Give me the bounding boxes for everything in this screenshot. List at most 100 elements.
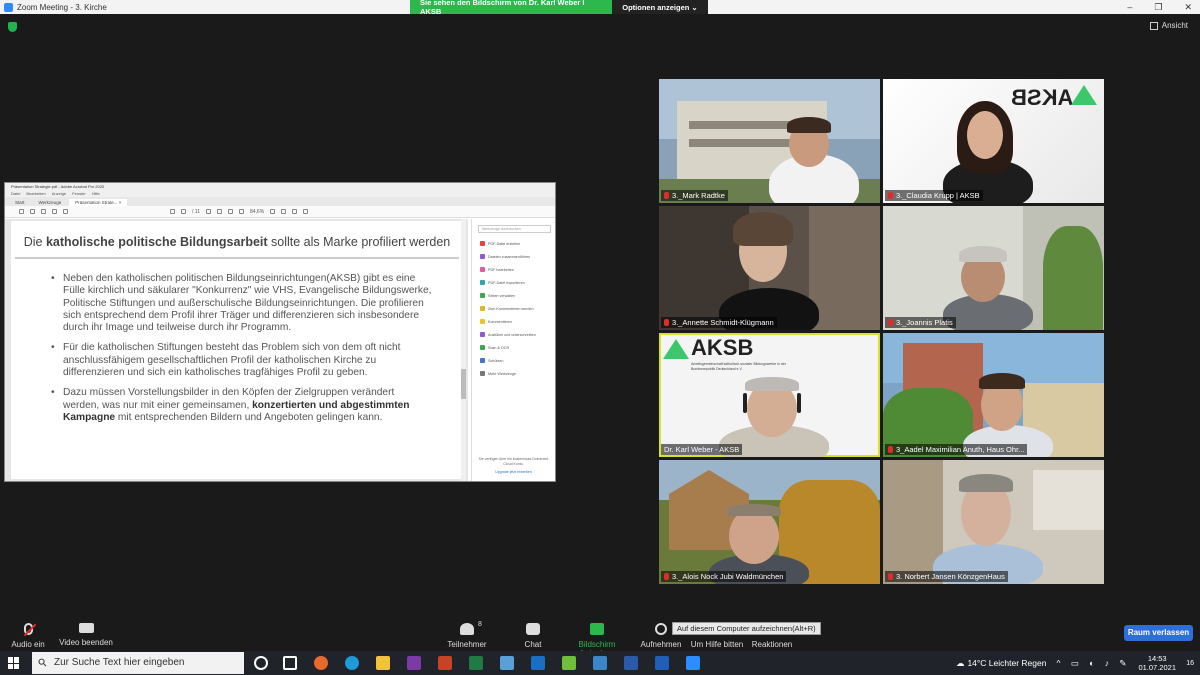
mic-muted-icon bbox=[23, 623, 36, 637]
aksb-logo: AKSB bbox=[691, 335, 754, 360]
mail-icon[interactable] bbox=[52, 209, 57, 214]
tool-item[interactable]: Scan & OCR bbox=[472, 341, 555, 354]
app-icon[interactable] bbox=[562, 656, 576, 670]
tool-item[interactable]: Zum Kommentieren senden bbox=[472, 302, 555, 315]
chat-button[interactable]: Chat bbox=[498, 615, 568, 649]
fit-icon[interactable] bbox=[270, 209, 276, 214]
print-icon[interactable] bbox=[41, 209, 46, 214]
save-icon[interactable] bbox=[19, 209, 24, 214]
tool-item[interactable]: Kommentieren bbox=[472, 315, 555, 328]
tab-tools[interactable]: Werkzeuge bbox=[33, 199, 68, 206]
zoom-taskbar-icon[interactable] bbox=[686, 656, 700, 670]
participant-tile-active-speaker[interactable]: AKSB Arbeitsgemeinschaft katholisch-sozi… bbox=[659, 333, 880, 457]
tools-footer: Sie verfügen über ein kostenloses Dokume… bbox=[478, 457, 549, 475]
close-button[interactable]: ✕ bbox=[1184, 2, 1192, 13]
acrobat-title: Präsentation Strategie.pdf - Adobe Acrob… bbox=[5, 183, 555, 191]
tool-item[interactable]: Mehr Werkzeuge bbox=[472, 367, 555, 380]
sign-icon[interactable] bbox=[303, 209, 309, 214]
menu-item[interactable]: Hilfe bbox=[92, 191, 100, 197]
tool-icon bbox=[480, 254, 485, 259]
comment-icon[interactable] bbox=[281, 209, 287, 214]
tool-item[interactable]: Schützen bbox=[472, 354, 555, 367]
cloud-icon: ☁ bbox=[955, 657, 965, 668]
share-banner-message: Sie sehen den Bildschirm von Dr. Karl We… bbox=[410, 0, 612, 16]
hand-icon[interactable] bbox=[216, 209, 222, 214]
file-explorer-icon[interactable] bbox=[376, 656, 390, 670]
participant-tile[interactable]: 3._Mark Radtke bbox=[659, 79, 880, 203]
participant-name: 3. Norbert Jansen KönzgenHaus bbox=[885, 571, 1008, 582]
cortana-icon[interactable] bbox=[254, 656, 268, 670]
tab-start[interactable]: Start bbox=[9, 199, 31, 206]
participants-icon bbox=[460, 623, 474, 635]
onenote-icon[interactable] bbox=[407, 656, 421, 670]
task-view-icon[interactable] bbox=[283, 656, 297, 670]
participant-name: 3._Alois Nock Jubi Waldmünchen bbox=[661, 571, 787, 582]
zoom-out-icon[interactable] bbox=[227, 209, 233, 214]
menu-item[interactable]: Anzeige bbox=[52, 191, 66, 197]
participant-name: 3._Mark Radtke bbox=[661, 190, 728, 201]
record-icon bbox=[655, 623, 667, 635]
windows-start-icon[interactable] bbox=[8, 657, 20, 669]
window-controls: – ❐ ✕ bbox=[1127, 0, 1192, 14]
tools-search-input[interactable]: Werkzeuge durchsuchen bbox=[478, 225, 551, 233]
tool-item[interactable]: Ausfüllen und unterschreiben bbox=[472, 328, 555, 341]
tool-icon bbox=[480, 319, 485, 324]
view-options-button[interactable]: Optionen anzeigen ⌄ bbox=[612, 0, 708, 14]
excel-icon[interactable] bbox=[469, 656, 483, 670]
view-button[interactable]: Ansicht bbox=[1149, 21, 1188, 30]
participant-tile[interactable]: 3._Alois Nock Jubi Waldmünchen bbox=[659, 460, 880, 584]
menu-item[interactable]: Bearbeiten bbox=[26, 191, 45, 197]
taskbar-search-input[interactable]: Zur Suche Text hier eingeben bbox=[32, 652, 244, 674]
slide-bullets: Neben den katholischen politischen Bildu… bbox=[51, 273, 433, 424]
tool-label: PDF-Datei exportieren bbox=[488, 280, 525, 285]
view-button-label: Ansicht bbox=[1161, 21, 1188, 30]
participant-tile[interactable]: 3._Joannis Platis bbox=[883, 206, 1104, 330]
select-icon[interactable] bbox=[205, 209, 211, 214]
encryption-shield-icon[interactable] bbox=[8, 22, 17, 32]
scrollbar-thumb[interactable] bbox=[461, 369, 466, 399]
tool-item[interactable]: Dateien zusammenführen bbox=[472, 250, 555, 263]
share-banner: Sie sehen den Bildschirm von Dr. Karl We… bbox=[410, 0, 708, 16]
weather-text[interactable]: 14°C Leichter Regen bbox=[967, 658, 1046, 668]
minimize-button[interactable]: – bbox=[1127, 2, 1132, 12]
leave-meeting-button[interactable]: Raum verlassen bbox=[1124, 625, 1193, 641]
upgrade-link[interactable]: Upgrade jetzt erwerben bbox=[478, 470, 549, 475]
maximize-button[interactable]: ❐ bbox=[1154, 2, 1162, 13]
clock[interactable]: 14:53 01.07.2021 bbox=[1138, 654, 1176, 672]
video-button[interactable]: Video beenden bbox=[51, 615, 121, 647]
tab-document[interactable]: Präsentation Strate... × bbox=[69, 199, 128, 206]
calculator-icon[interactable] bbox=[593, 656, 607, 670]
zoom-level[interactable]: 84,6% bbox=[250, 209, 264, 215]
outlook-icon[interactable] bbox=[531, 656, 545, 670]
slide-title: Die katholische politische Bildungsarbei… bbox=[23, 235, 451, 249]
participants-button[interactable]: 8 Teilnehmer bbox=[432, 615, 502, 649]
powerpoint-icon[interactable] bbox=[438, 656, 452, 670]
firefox-icon[interactable] bbox=[314, 656, 328, 670]
menu-item[interactable]: Datei bbox=[11, 191, 20, 197]
pen-icon[interactable] bbox=[292, 209, 298, 214]
page-up-icon[interactable] bbox=[170, 209, 175, 214]
app-icon[interactable] bbox=[500, 656, 514, 670]
tool-item[interactable]: Seiten verwalten bbox=[472, 289, 555, 302]
find-icon[interactable] bbox=[63, 209, 68, 214]
notification-count[interactable]: 16 bbox=[1186, 660, 1194, 667]
tool-icon bbox=[480, 241, 485, 246]
participant-tile[interactable]: 3_Aadel Maximilian Anuth, Haus Ohr... bbox=[883, 333, 1104, 457]
participant-tile[interactable]: 3. Norbert Jansen KönzgenHaus bbox=[883, 460, 1104, 584]
word-icon[interactable] bbox=[624, 656, 638, 670]
tool-item[interactable]: PDF bearbeiten bbox=[472, 263, 555, 276]
defender-icon[interactable] bbox=[655, 656, 669, 670]
participant-tile[interactable]: AKSB 3._Claudia Krupp | AKSB bbox=[883, 79, 1104, 203]
upload-icon[interactable] bbox=[30, 209, 35, 214]
menu-item[interactable]: Fenster bbox=[72, 191, 86, 197]
participant-tile[interactable]: 3._Annette Schmidt-Klügmann bbox=[659, 206, 880, 330]
page-down-icon[interactable] bbox=[181, 209, 186, 214]
document-scrollbar[interactable] bbox=[461, 219, 466, 481]
edge-icon[interactable] bbox=[345, 656, 359, 670]
zoom-in-icon[interactable] bbox=[238, 209, 244, 214]
acrobat-tabs: Start Werkzeuge Präsentation Strate... × bbox=[5, 197, 555, 206]
tool-item[interactable]: PDF-Datei erstellen bbox=[472, 237, 555, 250]
tray-icons[interactable]: ^ ▭ ◐ ♪ ✎ bbox=[1056, 658, 1130, 669]
tool-item[interactable]: PDF-Datei exportieren bbox=[472, 276, 555, 289]
tool-icon bbox=[480, 293, 485, 298]
